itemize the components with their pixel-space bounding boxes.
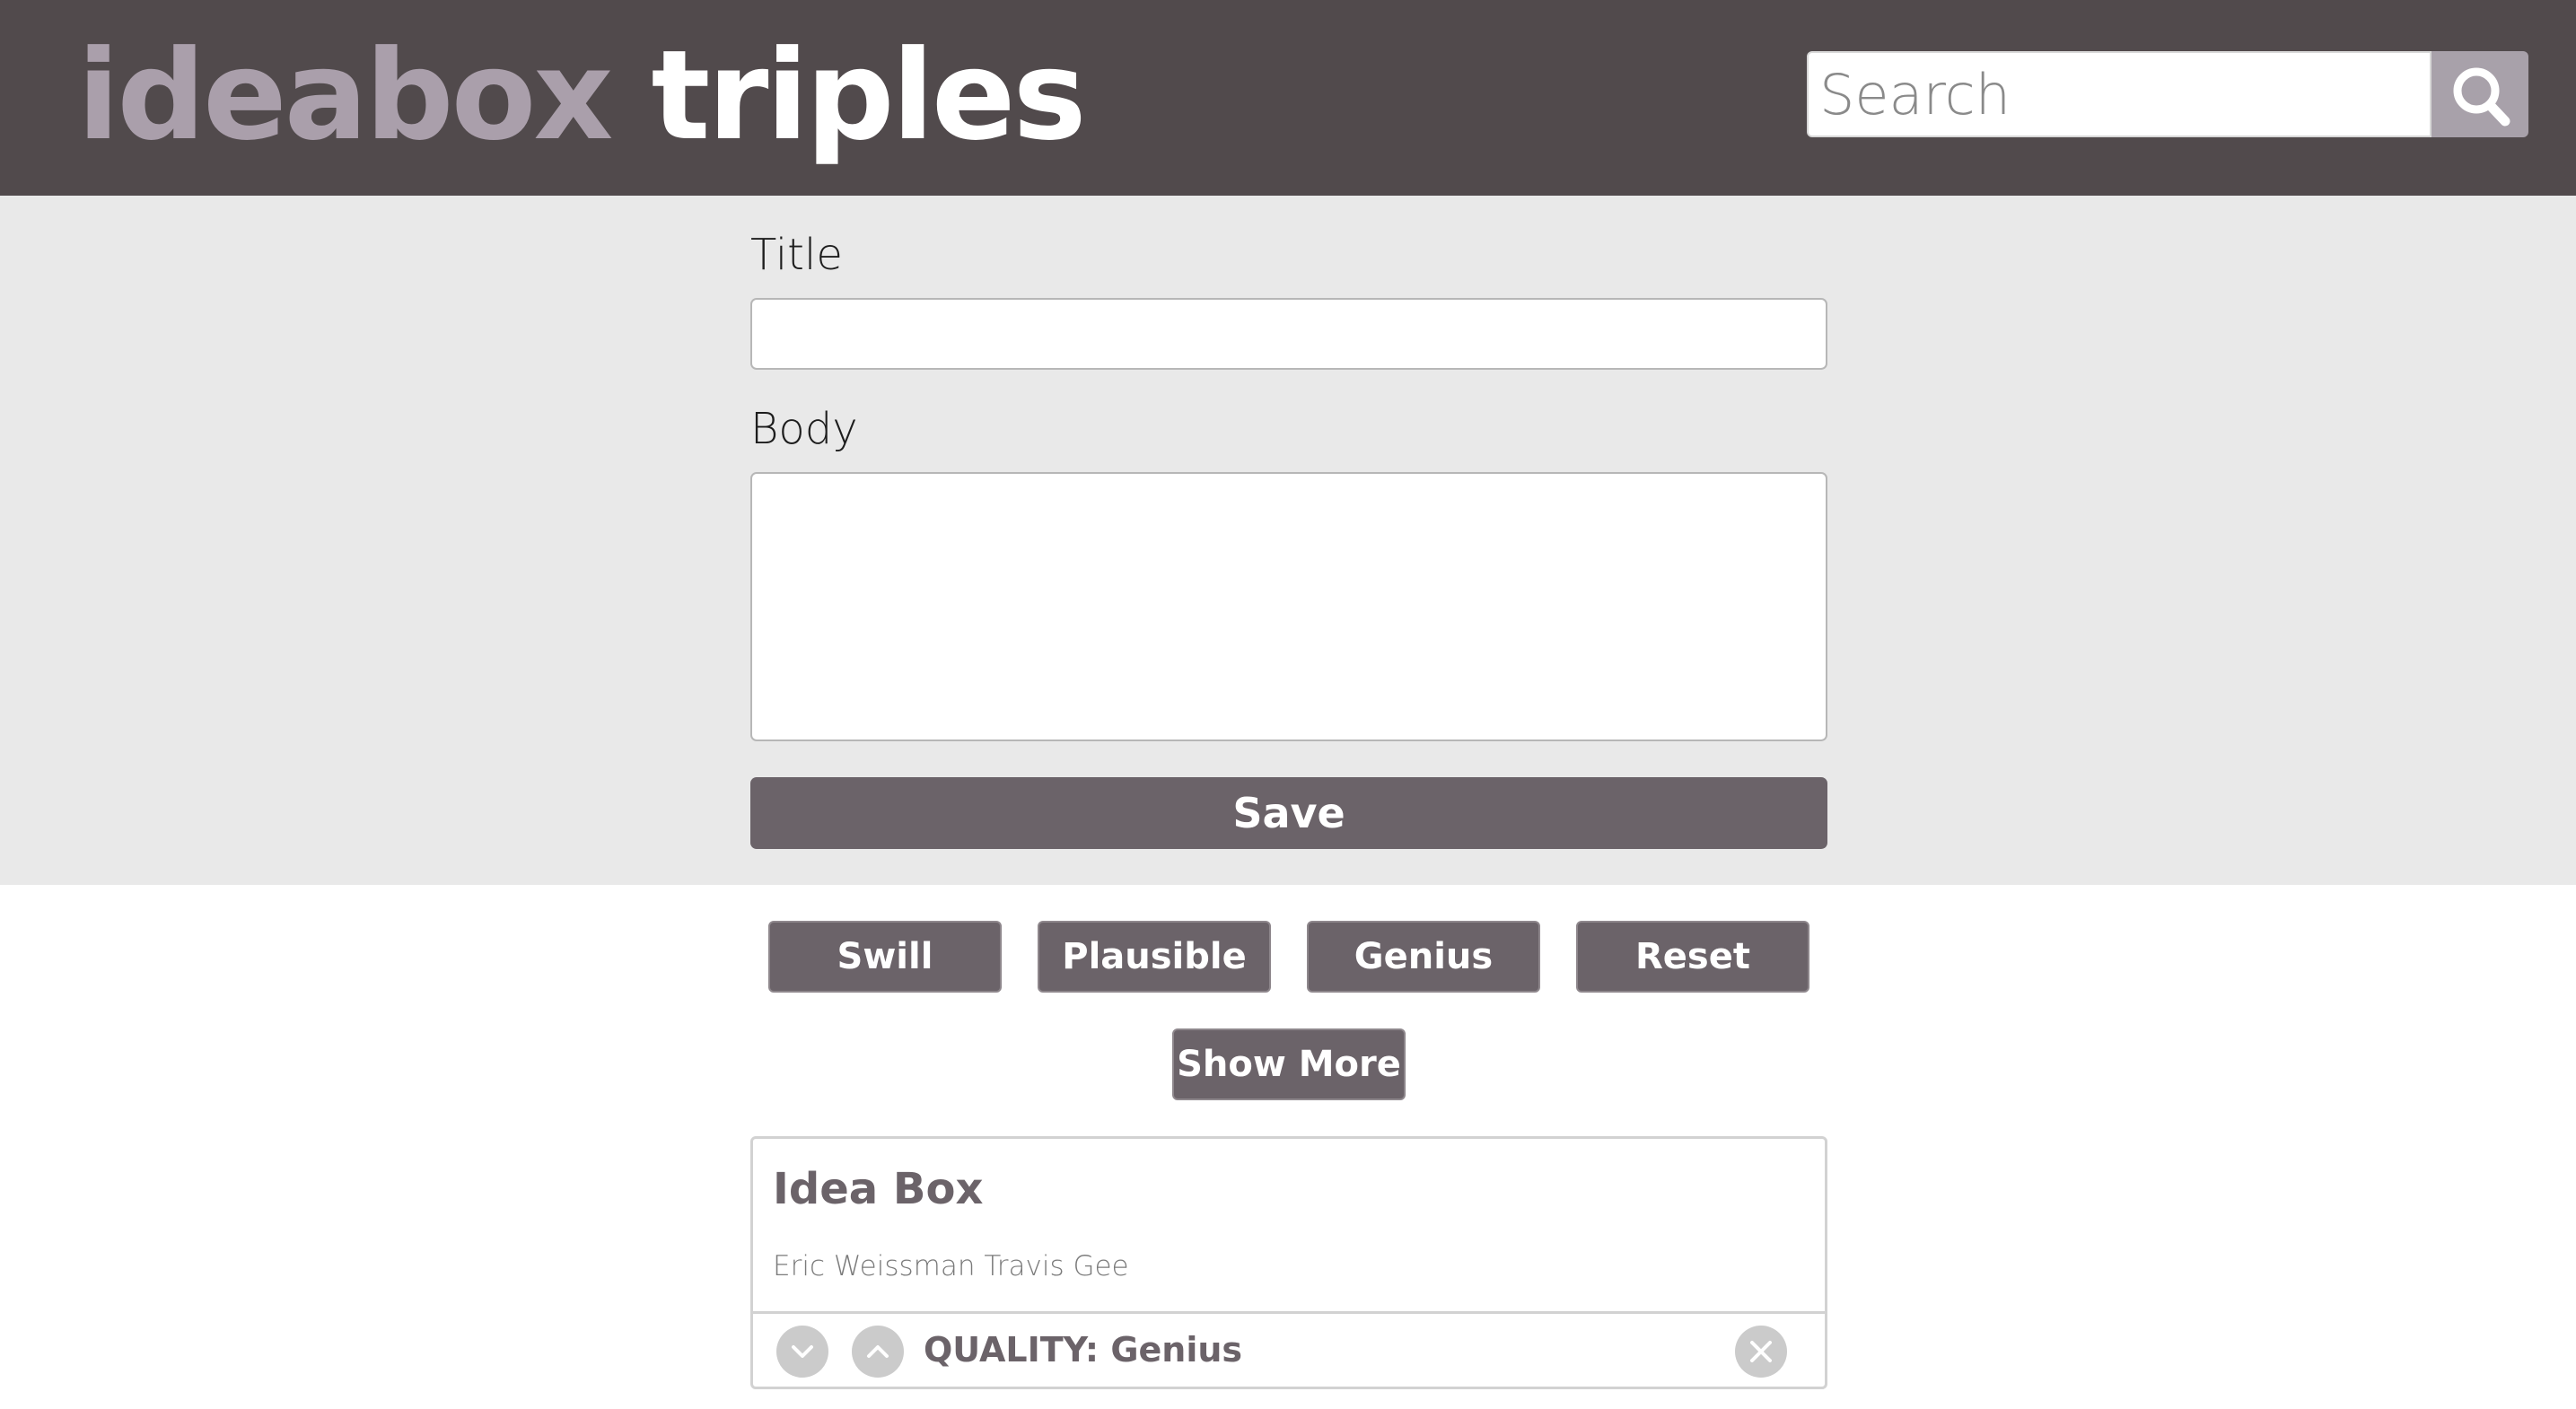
app-header: ideabox triples bbox=[0, 0, 2576, 196]
chevron-up-icon bbox=[867, 1345, 889, 1358]
search-button[interactable] bbox=[2431, 51, 2528, 137]
close-icon bbox=[1750, 1341, 1772, 1362]
search-input[interactable] bbox=[1807, 51, 2431, 137]
idea-card: Idea Box Eric Weissman Travis Gee QUALIT… bbox=[750, 1136, 1827, 1389]
title-label: Title bbox=[750, 230, 843, 280]
quality-indicator: QUALITY: Genius bbox=[924, 1330, 1242, 1370]
quality-label: QUALITY: bbox=[924, 1330, 1100, 1370]
filter-swill-button[interactable]: Swill bbox=[768, 921, 1002, 993]
filter-genius-button[interactable]: Genius bbox=[1307, 921, 1540, 993]
chevron-down-icon bbox=[792, 1345, 813, 1358]
idea-body[interactable]: Eric Weissman Travis Gee bbox=[773, 1250, 1129, 1282]
filter-plausible-button[interactable]: Plausible bbox=[1038, 921, 1271, 993]
downvote-button[interactable] bbox=[776, 1326, 828, 1378]
body-field[interactable] bbox=[750, 472, 1827, 741]
show-more-button[interactable]: Show More bbox=[1172, 1028, 1406, 1100]
logo-triples: triples bbox=[651, 23, 1086, 168]
title-field[interactable] bbox=[750, 298, 1827, 370]
save-button[interactable]: Save bbox=[750, 777, 1827, 849]
quality-value: Genius bbox=[1110, 1330, 1243, 1370]
reset-button[interactable]: Reset bbox=[1576, 921, 1809, 993]
search-icon bbox=[2453, 67, 2510, 127]
logo-ideabox: ideabox bbox=[77, 23, 613, 168]
idea-card-footer: QUALITY: Genius bbox=[753, 1311, 1825, 1387]
upvote-button[interactable] bbox=[852, 1326, 904, 1378]
app-logo: ideabox triples bbox=[77, 20, 1087, 172]
delete-button[interactable] bbox=[1735, 1326, 1787, 1378]
idea-title[interactable]: Idea Box bbox=[773, 1164, 983, 1214]
search-bar bbox=[1807, 51, 2528, 137]
body-label: Body bbox=[750, 404, 858, 454]
